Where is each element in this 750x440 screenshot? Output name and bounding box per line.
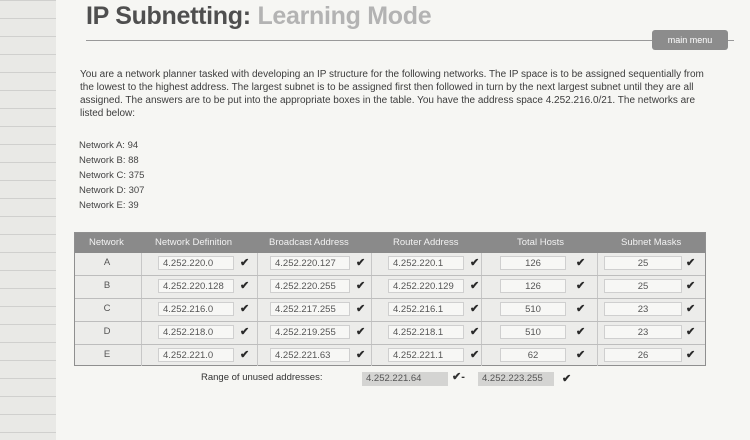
network-item-a: Network A: 94: [79, 140, 139, 151]
hosts-field[interactable]: 126: [500, 279, 566, 293]
broadcast-field[interactable]: 4.252.217.255: [270, 302, 350, 316]
check-icon: ✔: [240, 349, 250, 361]
mask-field[interactable]: 25: [604, 279, 682, 293]
hosts-field[interactable]: 62: [500, 348, 566, 362]
network-item-b: Network B: 88: [79, 155, 139, 166]
column-divider: [141, 253, 142, 366]
check-icon: ✔: [356, 349, 366, 361]
check-icon: ✔: [576, 303, 586, 315]
row-divider: [75, 321, 705, 322]
row-label: E: [103, 349, 111, 360]
check-icon: ✔: [356, 303, 366, 315]
check-icon: ✔: [576, 280, 586, 292]
col-header-definition: Network Definition: [155, 237, 233, 248]
unused-range-check: ✔-: [452, 370, 465, 383]
check-icon: ✔: [240, 280, 250, 292]
check-icon: ✔: [686, 303, 696, 315]
mask-field[interactable]: 23: [604, 302, 682, 316]
mask-field[interactable]: 25: [604, 256, 682, 270]
network-list: Network A: 94 Network B: 88 Network C: 3…: [79, 138, 144, 213]
network-item-c: Network C: 375: [79, 170, 145, 181]
hosts-field[interactable]: 510: [500, 325, 566, 339]
check-icon: ✔: [576, 257, 586, 269]
definition-field[interactable]: 4.252.216.0: [158, 302, 234, 316]
unused-start-field[interactable]: 4.252.221.64: [362, 372, 448, 386]
check-icon: ✔: [686, 349, 696, 361]
router-field[interactable]: 4.252.218.1: [388, 325, 464, 339]
check-icon: ✔: [576, 349, 586, 361]
check-icon: ✔: [686, 257, 696, 269]
col-header-hosts: Total Hosts: [517, 237, 564, 248]
title-sub: Learning Mode: [257, 2, 432, 30]
definition-field[interactable]: 4.252.218.0: [158, 325, 234, 339]
broadcast-field[interactable]: 4.252.220.255: [270, 279, 350, 293]
check-icon: ✔: [576, 326, 586, 338]
router-field[interactable]: 4.252.216.1: [388, 302, 464, 316]
main-menu-button[interactable]: main menu: [652, 30, 728, 50]
notebook-margin: [0, 0, 56, 440]
check-icon: ✔: [470, 326, 480, 338]
column-divider: [481, 253, 482, 366]
col-header-broadcast: Broadcast Address: [269, 237, 349, 248]
check-icon: ✔: [452, 371, 462, 383]
check-icon: ✔: [470, 280, 480, 292]
row-label: C: [103, 303, 111, 314]
subnet-table: Network Network Definition Broadcast Add…: [74, 232, 706, 366]
title-divider: [86, 40, 734, 41]
row-label: A: [103, 257, 111, 268]
broadcast-field[interactable]: 4.252.220.127: [270, 256, 350, 270]
intro-text: You are a network planner tasked with de…: [80, 69, 704, 119]
definition-field[interactable]: 4.252.220.128: [158, 279, 234, 293]
check-icon: ✔: [356, 326, 366, 338]
unused-end-field[interactable]: 4.252.223.255: [478, 372, 554, 386]
broadcast-field[interactable]: 4.252.219.255: [270, 325, 350, 339]
check-icon: ✔: [686, 280, 696, 292]
title-main: IP Subnetting:: [86, 2, 251, 30]
broadcast-field[interactable]: 4.252.221.63: [270, 348, 350, 362]
network-item-d: Network D: 307: [79, 185, 145, 196]
row-label: B: [103, 280, 111, 291]
check-icon: ✔: [356, 280, 366, 292]
mask-field[interactable]: 26: [604, 348, 682, 362]
hosts-field[interactable]: 510: [500, 302, 566, 316]
definition-field[interactable]: 4.252.221.0: [158, 348, 234, 362]
definition-field[interactable]: 4.252.220.0: [158, 256, 234, 270]
col-header-network: Network: [89, 237, 124, 248]
network-item-e: Network E: 39: [79, 200, 139, 211]
router-field[interactable]: 4.252.221.1: [388, 348, 464, 362]
column-divider: [257, 253, 258, 366]
check-icon: ✔: [356, 257, 366, 269]
col-header-masks: Subnet Masks: [621, 237, 682, 248]
column-divider: [371, 253, 372, 366]
range-separator: -: [461, 371, 465, 383]
check-icon: ✔: [470, 349, 480, 361]
column-divider: [597, 253, 598, 366]
check-icon: ✔: [470, 257, 480, 269]
row-divider: [75, 344, 705, 345]
col-header-router: Router Address: [393, 237, 459, 248]
row-label: D: [103, 326, 111, 337]
unused-range-label: Range of unused addresses:: [201, 372, 323, 383]
check-icon: ✔: [686, 326, 696, 338]
row-divider: [75, 275, 705, 276]
check-icon: ✔: [240, 303, 250, 315]
hosts-field[interactable]: 126: [500, 256, 566, 270]
check-icon: ✔: [470, 303, 480, 315]
page-title: IP Subnetting: Learning Mode: [86, 2, 432, 31]
check-icon: ✔: [240, 257, 250, 269]
router-field[interactable]: 4.252.220.1: [388, 256, 464, 270]
check-icon: ✔: [240, 326, 250, 338]
router-field[interactable]: 4.252.220.129: [388, 279, 464, 293]
row-divider: [75, 298, 705, 299]
check-icon: ✔: [562, 373, 572, 385]
mask-field[interactable]: 23: [604, 325, 682, 339]
